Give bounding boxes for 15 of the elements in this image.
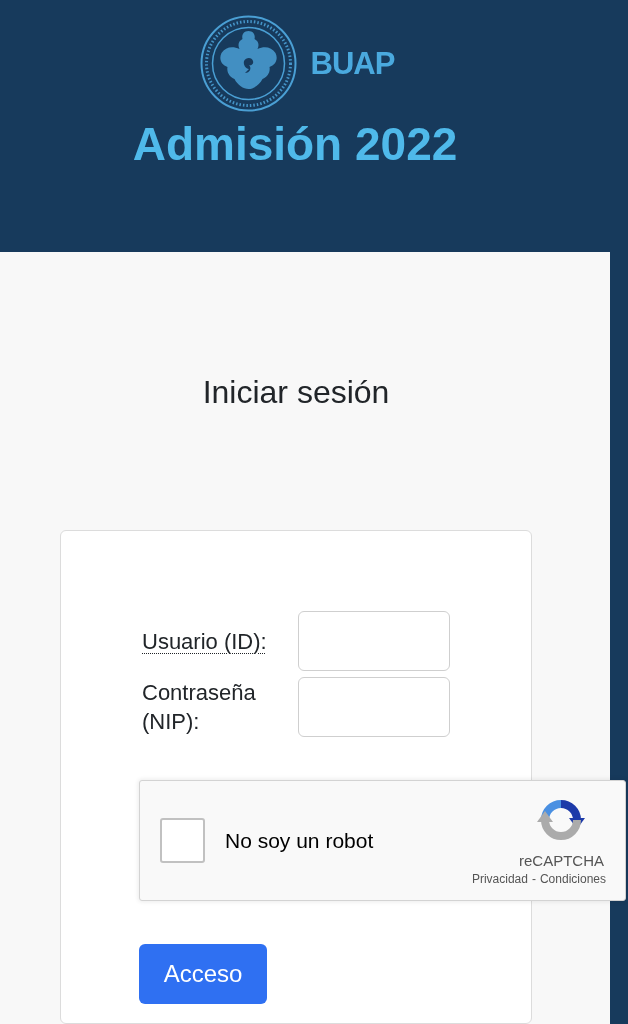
field-label: Contraseña (NIP): [141,679,257,736]
captcha-label: No soy un robot [225,828,374,853]
seal-icon [199,15,297,112]
submit-button[interactable]: Acceso [139,944,267,1004]
page-title: Admisión 2022 [132,117,458,172]
privacy-link[interactable]: Privacidad [471,871,528,887]
link-separator: - [531,871,536,887]
input-field[interactable] [298,677,450,737]
captcha-brand: reCAPTCHA [519,851,604,870]
brand-logo-text: BUAP [310,46,395,81]
captcha-checkbox[interactable] [160,818,205,863]
field-label: Usuario (ID): [141,627,267,656]
terms-link[interactable]: Condiciones [539,871,606,887]
input-field[interactable] [298,611,450,671]
login-heading: Iniciar sesión [202,373,390,412]
